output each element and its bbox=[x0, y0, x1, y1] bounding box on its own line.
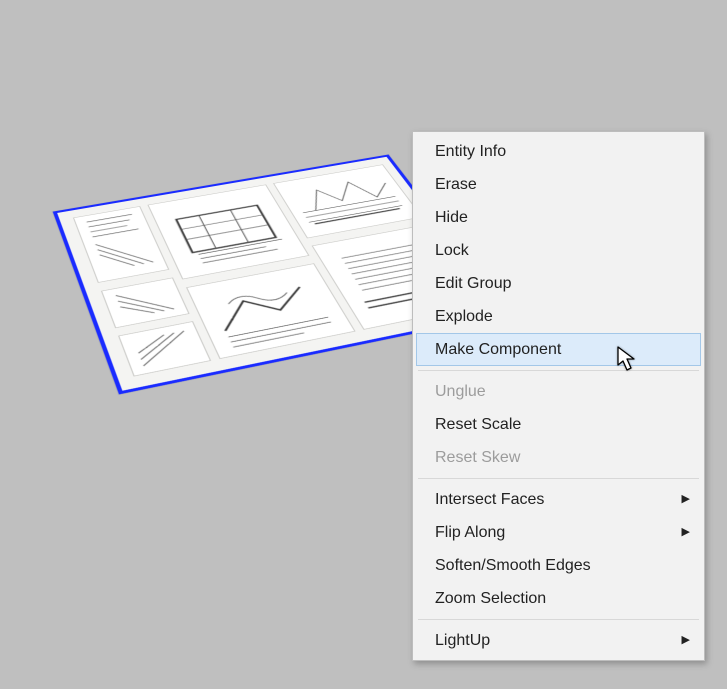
menu-item-zoom-selection[interactable]: Zoom Selection bbox=[416, 582, 701, 615]
menu-separator bbox=[418, 478, 699, 479]
menu-item-flip-along[interactable]: Flip Along▶ bbox=[416, 516, 701, 549]
menu-separator bbox=[418, 619, 699, 620]
menu-item-reset-skew: Reset Skew bbox=[416, 441, 701, 474]
drawing-sheet bbox=[186, 263, 355, 359]
menu-item-edit-group[interactable]: Edit Group bbox=[416, 267, 701, 300]
menu-item-lightup[interactable]: LightUp▶ bbox=[416, 624, 701, 657]
drawing-sheet bbox=[101, 277, 190, 328]
drawing-sheet bbox=[118, 321, 211, 376]
menu-item-erase[interactable]: Erase bbox=[416, 168, 701, 201]
menu-separator bbox=[418, 370, 699, 371]
menu-item-lock[interactable]: Lock bbox=[416, 234, 701, 267]
menu-item-unglue: Unglue bbox=[416, 375, 701, 408]
menu-item-explode[interactable]: Explode bbox=[416, 300, 701, 333]
menu-item-hide[interactable]: Hide bbox=[416, 201, 701, 234]
submenu-arrow-icon: ▶ bbox=[682, 484, 690, 515]
menu-item-entity-info[interactable]: Entity Info bbox=[416, 135, 701, 168]
menu-item-intersect-faces[interactable]: Intersect Faces▶ bbox=[416, 483, 701, 516]
submenu-arrow-icon: ▶ bbox=[682, 517, 690, 548]
context-menu: Entity InfoEraseHideLockEdit GroupExplod… bbox=[412, 131, 705, 661]
menu-item-make-component[interactable]: Make Component bbox=[416, 333, 701, 366]
drawing-sheet bbox=[273, 164, 423, 238]
submenu-arrow-icon: ▶ bbox=[682, 625, 690, 656]
menu-item-soften-smooth[interactable]: Soften/Smooth Edges bbox=[416, 549, 701, 582]
menu-item-reset-scale[interactable]: Reset Scale bbox=[416, 408, 701, 441]
